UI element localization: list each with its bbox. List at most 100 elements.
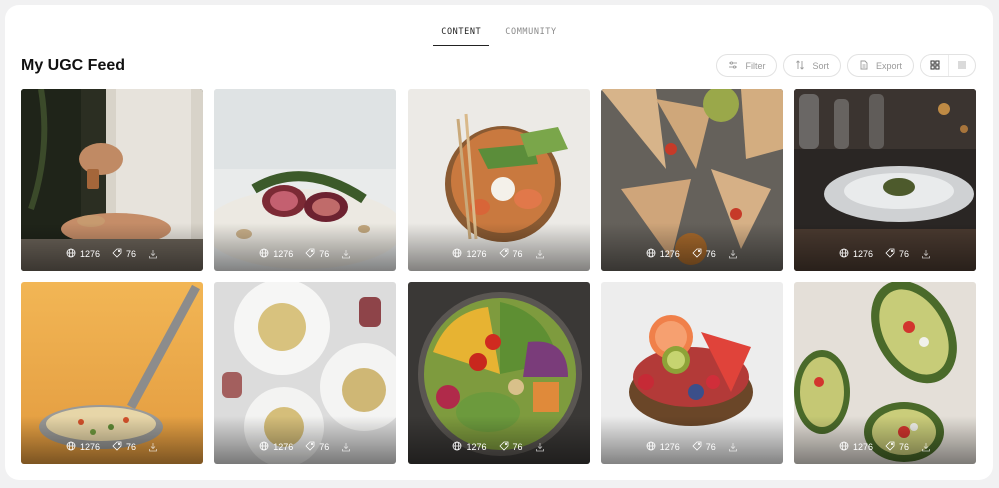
tab-community[interactable]: COMMUNITY <box>497 27 564 46</box>
page-title: My UGC Feed <box>21 57 126 74</box>
grid-view-button[interactable] <box>921 55 948 76</box>
likes-stat: 76 <box>692 248 716 260</box>
likes-stat: 76 <box>885 248 909 260</box>
views-count: 1276 <box>852 442 873 452</box>
content-card[interactable]: 1276 76 <box>407 282 590 464</box>
content-card[interactable]: 1276 76 <box>794 89 976 271</box>
globe-icon <box>66 441 76 453</box>
download-icon[interactable] <box>148 442 158 452</box>
tag-icon <box>112 441 122 453</box>
globe-icon <box>839 248 849 260</box>
card-overlay <box>600 223 783 271</box>
view-toggle <box>920 54 976 77</box>
card-overlay <box>21 223 203 271</box>
globe-icon <box>839 441 849 453</box>
tag-icon <box>498 248 509 260</box>
likes-stat: 76 <box>112 248 136 260</box>
likes-stat: 76 <box>112 441 136 453</box>
globe-icon <box>646 248 656 260</box>
card-stats: 1276 76 <box>601 248 783 260</box>
likes-count: 76 <box>319 249 330 259</box>
filter-icon <box>728 60 738 72</box>
globe-icon <box>66 248 76 260</box>
content-card[interactable]: 1276 76 <box>214 89 397 271</box>
content-card[interactable]: 1276 76 <box>214 282 397 464</box>
card-overlay <box>794 416 976 464</box>
likes-stat: 76 <box>498 248 523 260</box>
download-icon[interactable] <box>921 442 931 452</box>
sort-label: Sort <box>812 60 829 71</box>
sort-button[interactable]: Sort <box>783 54 841 77</box>
likes-stat: 76 <box>885 441 909 453</box>
download-icon[interactable] <box>535 442 545 452</box>
feed-panel: CONTENT COMMUNITY My UGC Feed Filter Sor… <box>5 5 993 480</box>
views-stat: 1276 <box>646 248 680 260</box>
document-icon <box>859 60 869 72</box>
likes-count: 76 <box>512 442 523 452</box>
likes-stat: 76 <box>692 441 716 453</box>
likes-stat: 76 <box>305 441 329 453</box>
content-card[interactable]: 1276 76 <box>794 282 976 464</box>
card-overlay <box>407 223 590 271</box>
toolbar: Filter Sort Export <box>716 54 976 77</box>
card-stats: 1276 76 <box>794 441 976 453</box>
content-card[interactable]: 1276 76 <box>407 89 590 271</box>
download-icon[interactable] <box>535 249 545 259</box>
likes-count: 76 <box>126 249 137 259</box>
views-count: 1276 <box>659 249 680 259</box>
tag-icon <box>885 441 895 453</box>
globe-icon <box>259 441 269 453</box>
views-count: 1276 <box>659 442 680 452</box>
card-stats: 1276 76 <box>794 248 976 260</box>
card-overlay <box>407 416 590 464</box>
tab-content[interactable]: CONTENT <box>433 27 490 46</box>
download-icon[interactable] <box>341 442 351 452</box>
likes-count: 76 <box>319 442 330 452</box>
content-card[interactable]: 1276 76 <box>21 282 203 464</box>
sort-icon <box>795 59 805 72</box>
globe-icon <box>646 441 656 453</box>
download-icon[interactable] <box>341 249 351 259</box>
views-stat: 1276 <box>646 441 680 453</box>
content-card[interactable]: 1276 76 <box>600 282 783 464</box>
export-label: Export <box>875 60 902 71</box>
tab-bar: CONTENT COMMUNITY <box>5 27 993 46</box>
views-stat: 1276 <box>66 248 100 260</box>
content-card[interactable]: 1276 76 <box>21 89 203 271</box>
likes-count: 76 <box>899 442 910 452</box>
export-button[interactable]: Export <box>846 54 914 77</box>
views-count: 1276 <box>273 442 294 452</box>
views-stat: 1276 <box>839 248 873 260</box>
card-stats: 1276 76 <box>21 441 203 453</box>
download-icon[interactable] <box>148 249 158 259</box>
likes-count: 76 <box>899 249 910 259</box>
views-stat: 1276 <box>839 441 873 453</box>
views-count: 1276 <box>466 442 487 452</box>
list-view-button[interactable] <box>948 55 975 76</box>
tag-icon <box>305 441 315 453</box>
views-count: 1276 <box>273 249 294 259</box>
filter-label: Filter <box>745 60 766 71</box>
content-card[interactable]: 1276 76 <box>600 89 783 271</box>
download-icon[interactable] <box>728 442 738 452</box>
views-count: 1276 <box>79 442 100 452</box>
views-count: 1276 <box>466 249 487 259</box>
list-icon <box>957 57 967 75</box>
card-overlay <box>600 416 783 464</box>
views-stat: 1276 <box>259 248 293 260</box>
card-stats: 1276 76 <box>214 248 396 260</box>
tag-icon <box>498 441 509 453</box>
views-stat: 1276 <box>452 441 487 453</box>
card-stats: 1276 76 <box>408 248 590 260</box>
download-icon[interactable] <box>921 249 931 259</box>
filter-button[interactable]: Filter <box>716 54 778 77</box>
card-stats: 1276 76 <box>601 441 783 453</box>
views-count: 1276 <box>79 249 100 259</box>
content-grid: 1276 76 1276 76 1276 76 1276 76 1276 76 … <box>21 89 976 464</box>
likes-stat: 76 <box>305 248 329 260</box>
views-stat: 1276 <box>66 441 100 453</box>
tag-icon <box>692 441 702 453</box>
views-stat: 1276 <box>259 441 293 453</box>
download-icon[interactable] <box>728 249 738 259</box>
grid-icon <box>930 57 940 75</box>
